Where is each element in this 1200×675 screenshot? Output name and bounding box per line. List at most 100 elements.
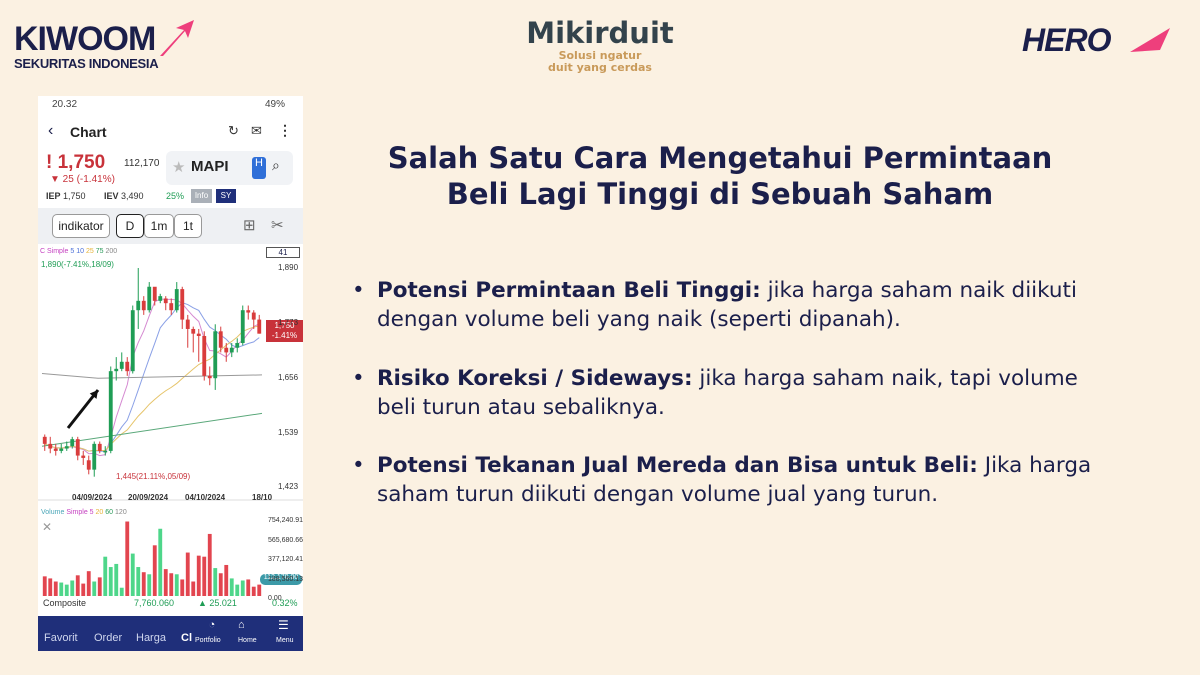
candle-body <box>163 298 168 304</box>
mikirduit-logo: Mikirduit Solusi ngatur duit yang cerdas <box>500 16 700 74</box>
candle-body <box>147 286 152 311</box>
period-1t-button[interactable]: 1t <box>174 214 202 238</box>
candle-body <box>191 328 196 334</box>
slide-title: Salah Satu Cara Mengetahui Permintaan Bel… <box>387 141 1053 211</box>
board-selector[interactable]: H <box>252 157 266 179</box>
ticker-search[interactable]: ★ MAPI H ⌕ <box>166 151 293 185</box>
nav-home[interactable]: Home <box>238 637 257 644</box>
hero-wordmark: HERO <box>1022 22 1111 58</box>
mail-icon[interactable]: ✉ <box>251 123 262 139</box>
candle-body <box>53 448 58 451</box>
candle-body <box>70 439 75 447</box>
price-chart[interactable] <box>38 256 303 616</box>
volume-bar <box>152 545 157 596</box>
history-icon[interactable]: ↻ <box>228 123 239 139</box>
volume-bar <box>224 564 229 596</box>
price-axis-label: 1,773 <box>278 317 299 327</box>
volume-axis-label: 0.00 <box>268 595 282 602</box>
status-time: 20.32 <box>52 99 78 110</box>
nav-favorit[interactable]: Favorit <box>44 632 78 644</box>
volume-bar <box>130 553 135 596</box>
candle-body <box>75 439 80 456</box>
kiwoom-arrow-icon <box>160 20 194 56</box>
low-annotation: 1,445(21.11%,05/09) <box>116 472 191 481</box>
candle-body <box>224 347 229 353</box>
hero-swoosh-icon <box>1130 28 1170 52</box>
volume-bar <box>163 569 168 596</box>
search-icon[interactable]: ⌕ <box>272 157 280 174</box>
close-icon[interactable]: ✕ <box>42 520 52 534</box>
kiwoom-logo: KIWOOM SEKURITAS INDONESIA <box>14 20 194 71</box>
home-icon: ⌂ <box>238 619 245 631</box>
nav-chart[interactable]: Cl <box>181 632 192 644</box>
candle-body <box>246 310 251 313</box>
candle-body <box>169 303 174 311</box>
candle-body <box>64 446 69 449</box>
volume-bar <box>125 521 130 596</box>
volume-bar <box>207 533 212 596</box>
back-icon[interactable]: ‹ <box>48 122 53 140</box>
volume-value: 112,170 <box>124 158 160 169</box>
mikirduit-wordmark: Mikirduit <box>526 16 674 50</box>
volume-bar <box>103 556 108 596</box>
candle-body <box>213 331 218 379</box>
volume-axis-label: 565,680.66 <box>268 536 303 544</box>
candle-body <box>136 300 141 311</box>
candle-body <box>158 296 163 301</box>
candle-body <box>97 443 102 451</box>
layout-grid-icon[interactable]: ⊞ <box>243 216 256 234</box>
volume-bar <box>147 574 152 596</box>
iev: IEV 3,490 <box>104 191 144 201</box>
ticker-symbol: MAPI <box>191 158 229 175</box>
favorite-star-icon[interactable]: ★ <box>172 158 185 176</box>
pct: 25% <box>166 191 185 201</box>
portfolio-icon: ◔ <box>208 619 216 631</box>
candle-body <box>92 443 97 470</box>
page-title: Chart <box>70 124 107 140</box>
candle-body <box>174 289 179 311</box>
info-button[interactable]: Info <box>191 189 212 203</box>
candle-body <box>59 448 64 451</box>
volume-bar <box>114 563 119 596</box>
indikator-button[interactable]: indikator <box>52 214 110 238</box>
indicator-legend: C Simple 5 10 25 75 200 <box>40 248 118 255</box>
volume-bar <box>196 555 201 596</box>
sy-button[interactable]: SY <box>216 189 236 203</box>
volume-axis-label: 188,560.13 <box>268 575 303 583</box>
period-1m-button[interactable]: 1m <box>144 214 174 238</box>
volume-bar <box>75 575 80 596</box>
mikirduit-tagline: duit yang cerdas <box>548 61 652 74</box>
candle-body <box>152 286 157 301</box>
menu-icon: ☰ <box>278 618 289 632</box>
price-axis-label: 1,890 <box>278 263 299 272</box>
candle-body <box>114 368 119 372</box>
nav-portfolio[interactable]: Portfolio <box>195 637 221 644</box>
nav-order[interactable]: Order <box>94 632 122 644</box>
candle-body <box>240 310 245 344</box>
candle-body <box>103 450 108 453</box>
nav-harga[interactable]: Harga <box>136 632 166 644</box>
moving-average-line <box>41 373 263 379</box>
iep: IEP 1,750 <box>46 191 86 201</box>
candle-body <box>108 371 113 451</box>
hero-logo: HERO <box>1022 22 1170 59</box>
volume-bar <box>86 571 91 596</box>
volume-legend: Volume Simple 5 20 60 120 <box>41 509 127 516</box>
volume-bar <box>141 572 146 596</box>
bullet-2: • Risiko Koreksi / Sideways: jika harga s… <box>352 366 1078 420</box>
candle-body <box>130 310 135 372</box>
bottom-nav: Favorit Order Harga Cl ◔ Portfolio ⌂ Hom… <box>38 616 303 651</box>
volume-bar <box>185 552 190 596</box>
tools-icon[interactable]: ✂ <box>271 216 284 234</box>
candle-body <box>251 312 256 320</box>
nav-menu[interactable]: Menu <box>276 637 294 644</box>
candle-body <box>229 347 234 353</box>
date-axis: 04/09/2024 20/09/2024 04/10/2024 18/10 <box>72 493 273 502</box>
more-icon[interactable]: ⋮ <box>278 122 292 139</box>
period-d-button[interactable]: D <box>116 214 144 238</box>
volume-bar <box>158 528 163 596</box>
candle-body <box>42 436 47 444</box>
candle-body <box>257 319 262 334</box>
high-annotation: 1,890(-7.41%,18/09) <box>41 260 114 269</box>
candle-body <box>235 343 240 348</box>
